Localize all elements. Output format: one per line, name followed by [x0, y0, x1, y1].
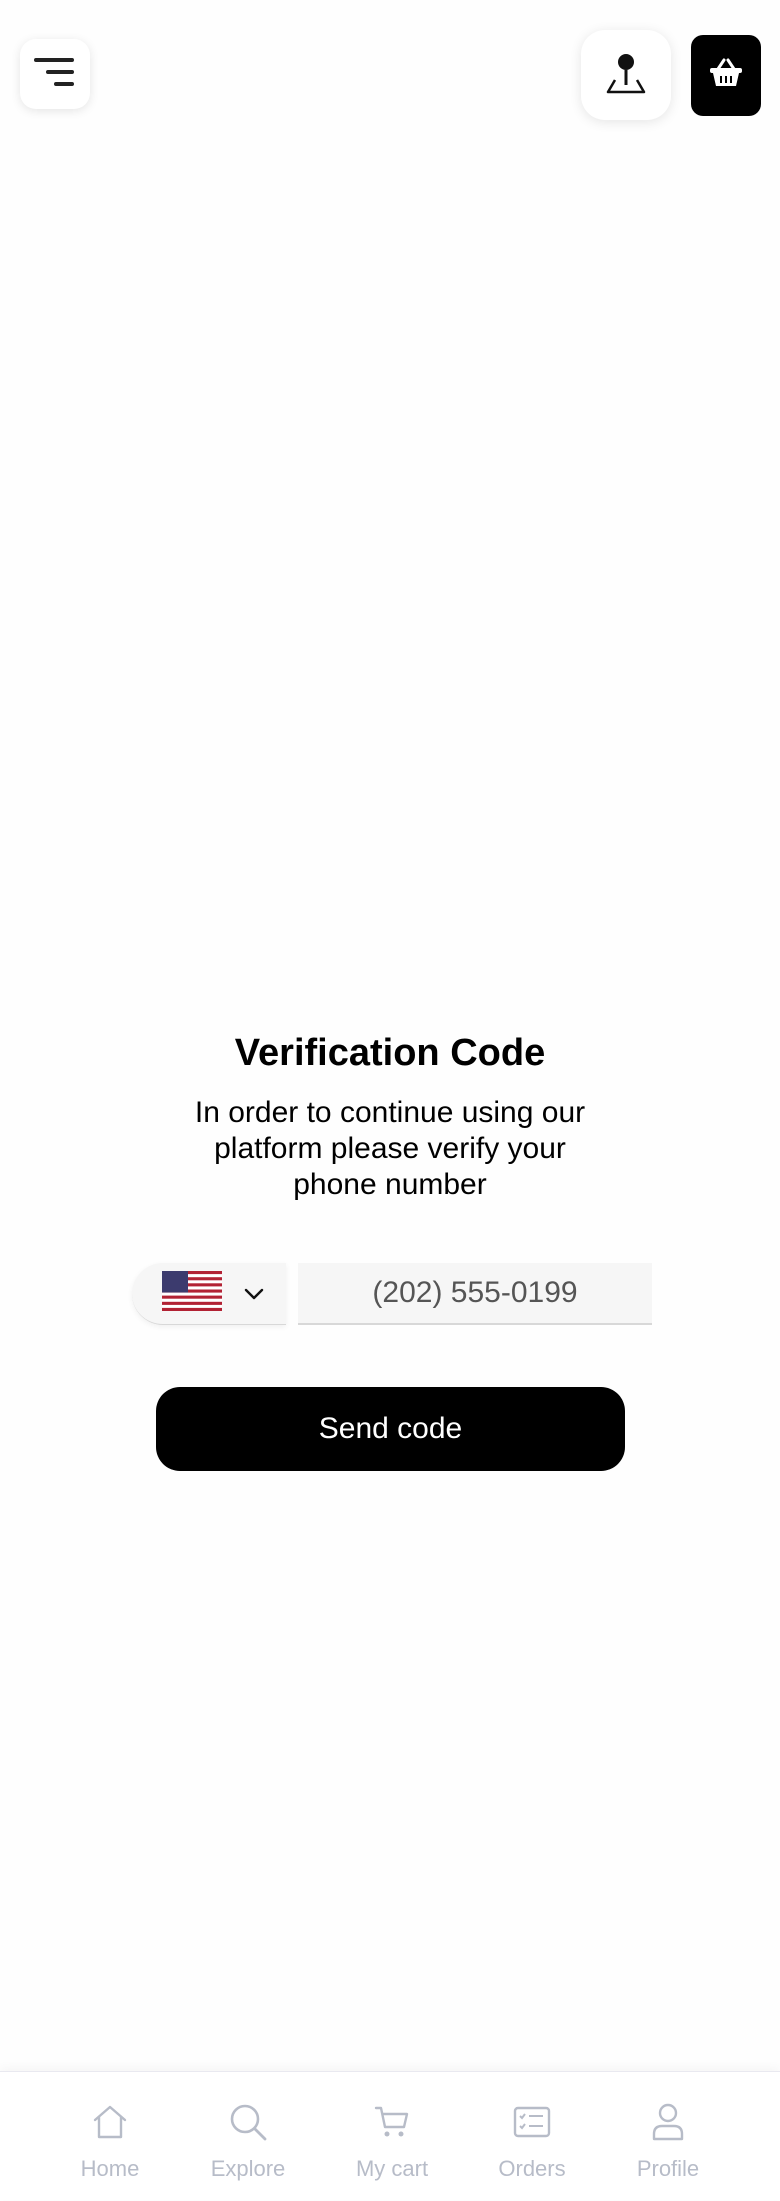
country-code-select[interactable]: [132, 1263, 286, 1325]
send-code-button[interactable]: Send code: [156, 1387, 625, 1471]
basket-icon: [709, 58, 743, 93]
nav-item-home[interactable]: Home: [50, 2072, 170, 2201]
search-icon: [188, 2102, 308, 2142]
us-flag-icon: [162, 1271, 222, 1316]
page-title: Verification Code: [234, 1032, 546, 1074]
basket-button[interactable]: [691, 35, 761, 116]
nav-label-my-cart: My cart: [355, 2156, 429, 2181]
profile-icon: [608, 2102, 728, 2142]
nav-label-explore: Explore: [210, 2156, 286, 2181]
nav-item-profile[interactable]: Profile: [608, 2072, 728, 2201]
orders-icon: [472, 2102, 592, 2142]
phone-number-input[interactable]: [298, 1263, 652, 1325]
bottom-navigation: Home Explore My cart Orders Profile: [0, 2071, 780, 2200]
location-button[interactable]: [581, 30, 671, 120]
phone-input-row: [132, 1263, 652, 1325]
nav-item-explore[interactable]: Explore: [188, 2072, 308, 2201]
nav-item-my-cart[interactable]: My cart: [332, 2072, 452, 2201]
verification-section: Verification Code In order to continue u…: [0, 1025, 780, 1203]
menu-button[interactable]: [20, 39, 90, 109]
cart-icon: [332, 2102, 452, 2142]
menu-lines-icon: [34, 56, 76, 93]
nav-label-home: Home: [80, 2156, 140, 2181]
nav-item-orders[interactable]: Orders: [472, 2072, 592, 2201]
verification-description: In order to continue using our platform …: [194, 1096, 586, 1201]
map-pin-icon: [605, 52, 647, 99]
nav-label-profile: Profile: [636, 2156, 700, 2181]
chevron-down-icon: [244, 1288, 264, 1300]
home-icon: [50, 2102, 170, 2142]
